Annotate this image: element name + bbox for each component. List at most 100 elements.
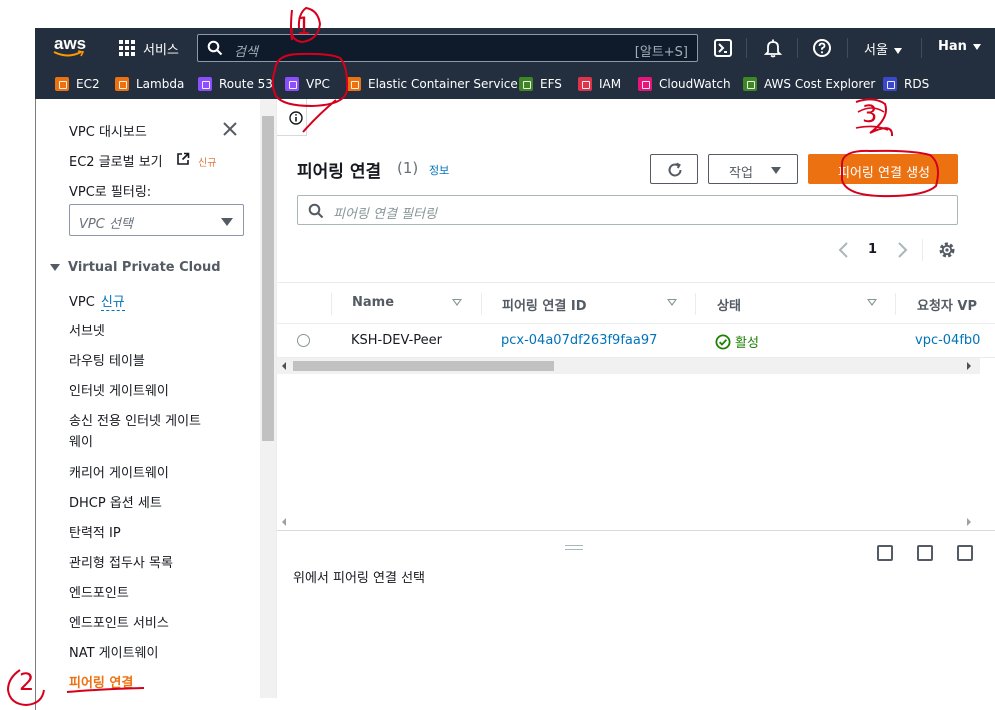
peering-table: Name 피어링 연결 ID 상태 요청자 VP KSH-DEV-Peer pc… — [277, 282, 995, 517]
sidebar-item-vpc[interactable]: VPC 신규 — [69, 291, 125, 311]
sidebar-item-elastic-ips[interactable]: 탄력적 IP — [69, 522, 121, 541]
favorite-lambda[interactable]: Lambda — [115, 76, 184, 92]
nav-divider — [921, 38, 922, 58]
sidebar-item-egress-only-igw[interactable]: 송신 전용 인터넷 게이트 — [69, 410, 201, 429]
sidebar-item-ec2-global-view[interactable]: EC2 글로벌 보기 — [69, 151, 163, 170]
aws-logo[interactable]: aws — [53, 34, 89, 60]
sidebar-item-internet-gateways[interactable]: 인터넷 게이트웨이 — [69, 380, 169, 399]
favorite-cost-explorer[interactable]: AWS Cost Explorer — [743, 76, 875, 92]
favorite-label: EC2 — [76, 77, 100, 91]
favorite-rds[interactable]: RDS — [883, 76, 929, 92]
page-number[interactable]: 1 — [868, 242, 877, 257]
scrollbar-thumb[interactable] — [293, 361, 554, 371]
info-icon — [289, 111, 303, 129]
search-placeholder: 검색 — [234, 45, 258, 60]
sidebar-item-route-tables[interactable]: 라우팅 테이블 — [69, 350, 145, 369]
sidebar-item-egress-only-igw-line2[interactable]: 웨이 — [69, 431, 93, 450]
account-menu[interactable]: Han — [938, 39, 981, 54]
search-icon — [308, 203, 324, 219]
column-divider — [331, 293, 332, 315]
sidebar-item-dhcp-option-sets[interactable]: DHCP 옵션 세트 — [69, 492, 162, 511]
table-horizontal-scrollbar[interactable] — [277, 358, 980, 374]
favorite-cloudwatch[interactable]: CloudWatch — [638, 76, 731, 92]
nav-divider — [797, 38, 798, 58]
column-divider — [695, 293, 696, 315]
favorite-label: AWS Cost Explorer — [764, 77, 876, 91]
section-virtual-private-cloud[interactable]: Virtual Private Cloud — [50, 260, 221, 275]
scrollbar-thumb[interactable] — [262, 116, 274, 441]
sidebar-item-managed-prefix-lists[interactable]: 관리형 접두사 목록 — [69, 552, 173, 571]
vpc-filter-select[interactable]: VPC 선택 — [69, 204, 244, 236]
sidebar-item-carrier-gateways[interactable]: 캐리어 게이트웨이 — [69, 462, 169, 481]
vpc-select-placeholder: VPC 선택 — [79, 217, 133, 232]
info-panel-toggle[interactable] — [277, 99, 307, 136]
favorite-route53[interactable]: Route 53 — [198, 76, 273, 92]
sidebar-item-endpoints[interactable]: 엔드포인트 — [69, 582, 129, 601]
sidebar-item-peering-connections[interactable]: 피어링 연결 — [69, 672, 133, 691]
scroll-left-icon[interactable] — [281, 518, 287, 526]
cell-status: 활성 — [715, 332, 759, 351]
cell-requester-vpc-link[interactable]: vpc-04fb0 — [915, 333, 980, 348]
column-header-status[interactable]: 상태 — [717, 295, 741, 314]
scroll-right-icon[interactable] — [966, 362, 972, 370]
sidebar-item-nat-gateways[interactable]: NAT 게이트웨이 — [69, 642, 158, 661]
favorite-label: Elastic Container Service — [368, 77, 518, 91]
scroll-right-icon[interactable] — [966, 518, 972, 526]
row-select-radio[interactable] — [297, 334, 310, 347]
external-link-icon — [176, 152, 190, 170]
global-nav-row: aws 서비스 검색 [알트+S] 서울 Han — [35, 28, 995, 68]
help-icon[interactable] — [812, 38, 832, 58]
sidebar-item-vpc-dashboard[interactable]: VPC 대시보드 — [69, 121, 147, 140]
global-search-input[interactable]: 검색 [알트+S] — [197, 34, 698, 62]
refresh-button[interactable] — [650, 154, 698, 184]
favorite-efs[interactable]: EFS — [519, 76, 562, 92]
column-divider — [481, 293, 482, 315]
region-selector[interactable]: 서울 — [864, 39, 902, 58]
sort-icon[interactable] — [667, 299, 677, 306]
sidebar-scrollbar[interactable] — [260, 99, 276, 698]
actions-dropdown-button[interactable]: 작업 — [708, 154, 798, 184]
peering-filter-input[interactable]: 피어링 연결 필터링 — [297, 195, 958, 225]
column-header-name[interactable]: Name — [352, 295, 394, 310]
sidebar-item-endpoint-services[interactable]: 엔드포인트 서비스 — [69, 612, 169, 631]
nav-divider — [847, 38, 848, 58]
route53-icon — [198, 77, 212, 91]
chevron-right-icon[interactable] — [895, 241, 909, 259]
cell-peering-id-link[interactable]: pcx-04a07df263f9faa97 — [501, 333, 657, 348]
info-link[interactable]: 정보 — [429, 162, 449, 178]
sort-icon[interactable] — [452, 299, 462, 306]
check-circle-icon — [715, 334, 731, 349]
region-label: 서울 — [864, 43, 888, 58]
table-row[interactable]: KSH-DEV-Peer pcx-04a07df263f9faa97 활성 vp… — [277, 324, 995, 358]
split-bottom-icon[interactable] — [877, 545, 893, 561]
create-peering-connection-button[interactable]: 피어링 연결 생성 — [808, 154, 958, 184]
caret-down-icon — [221, 218, 233, 226]
favorite-ec2[interactable]: EC2 — [55, 76, 100, 92]
sidebar-item-subnets[interactable]: 서브넷 — [69, 320, 105, 339]
create-button-label: 피어링 연결 생성 — [838, 166, 930, 181]
column-header-peering-id[interactable]: 피어링 연결 ID — [502, 295, 586, 314]
split-maximize-icon[interactable] — [957, 545, 973, 561]
split-side-icon[interactable] — [917, 545, 933, 561]
favorite-iam[interactable]: IAM — [578, 76, 621, 92]
actions-label: 작업 — [729, 166, 753, 181]
favorite-ecs[interactable]: Elastic Container Service — [347, 76, 518, 92]
chevron-left-icon[interactable] — [837, 241, 851, 259]
table-header: Name 피어링 연결 ID 상태 요청자 VP — [277, 282, 995, 324]
close-icon[interactable] — [222, 121, 238, 137]
gear-icon[interactable] — [937, 240, 957, 260]
notifications-bell-icon[interactable] — [763, 38, 783, 58]
status-label: 활성 — [735, 336, 759, 351]
scroll-left-icon[interactable] — [281, 362, 287, 370]
column-header-requester-vpc[interactable]: 요청자 VP — [917, 295, 977, 314]
split-panel-resize-handle[interactable] — [565, 545, 583, 550]
services-label: 서비스 — [143, 42, 179, 58]
favorite-label: VPC — [306, 77, 330, 91]
favorite-vpc[interactable]: VPC — [285, 76, 330, 92]
search-icon — [207, 40, 223, 56]
services-menu-button[interactable]: 서비스 — [119, 38, 179, 58]
new-badge: 신규 — [198, 158, 217, 169]
cloudshell-icon[interactable] — [713, 38, 733, 58]
sort-icon[interactable] — [867, 299, 877, 306]
vpc-filter-label: VPC로 필터링: — [69, 185, 152, 200]
